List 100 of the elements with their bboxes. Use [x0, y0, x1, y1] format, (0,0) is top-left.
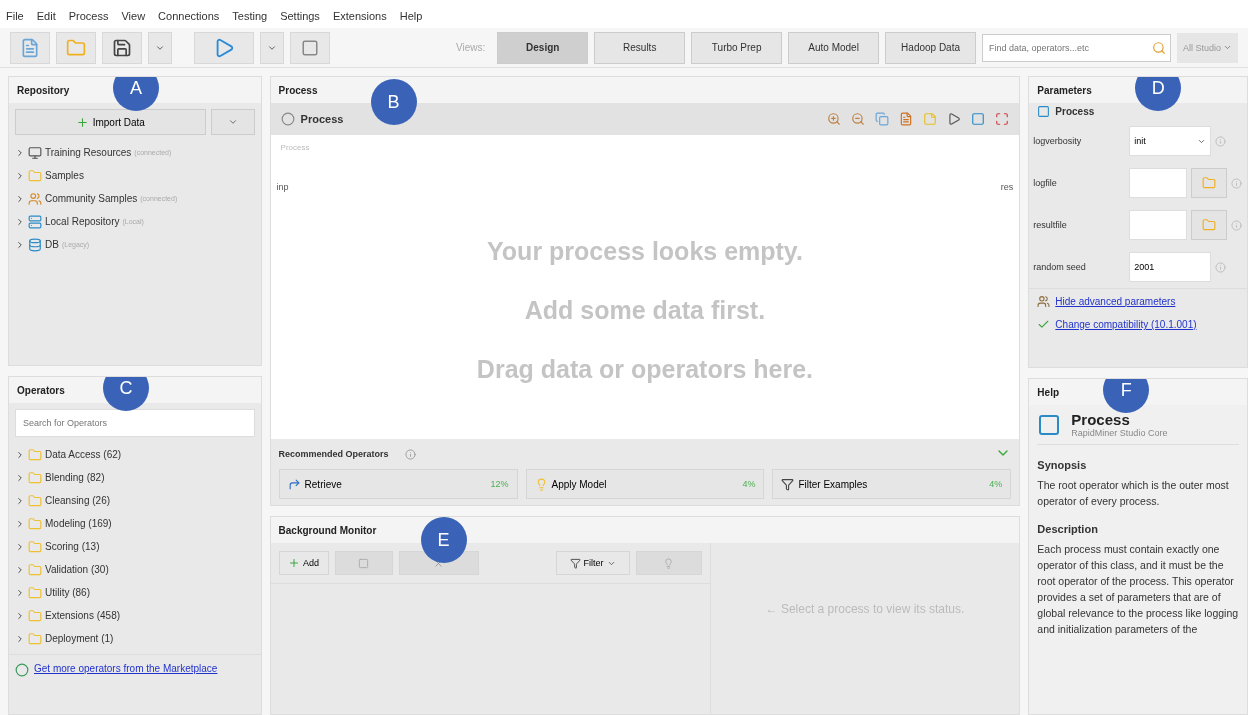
operator-name: Process [1055, 106, 1095, 117]
menu-item[interactable]: Testing [232, 10, 268, 24]
tree-label: Data Access (62) [45, 449, 122, 460]
info-icon [1215, 261, 1227, 273]
expand-icon [15, 170, 25, 181]
stop-button[interactable] [334, 551, 393, 575]
recommended-operator[interactable]: Filter Examples 4% [772, 469, 1012, 499]
tree-item[interactable]: Data Access (62) [9, 443, 261, 466]
menu-item[interactable]: Settings [280, 10, 320, 24]
callout-marker: A [113, 77, 159, 111]
database-icon [28, 237, 42, 252]
copy-icon [875, 112, 890, 126]
operator-search-box[interactable]: Search for Operators [15, 409, 255, 437]
stop-button[interactable] [290, 31, 330, 64]
tree-label: Blending (82) [45, 472, 105, 483]
add-button[interactable]: Add [278, 551, 329, 575]
expand-icon [15, 495, 25, 506]
usage-share: 4% [742, 479, 756, 489]
tree-item[interactable]: Modeling (169) [9, 512, 261, 535]
callout-marker: C [103, 377, 149, 411]
search-box[interactable]: Find data, operators...etc [982, 33, 1171, 62]
menu-item[interactable]: Process [68, 10, 109, 24]
process-tab[interactable]: Process [300, 113, 344, 125]
callout-marker: B [370, 79, 417, 125]
views-label: Views: [456, 42, 486, 53]
open-button[interactable] [56, 31, 96, 64]
filter-icon [569, 557, 581, 569]
expand-icon [15, 193, 25, 204]
expand-icon [15, 472, 25, 483]
expand-icon [15, 610, 25, 621]
tree-item[interactable]: Blending (82) [9, 466, 261, 489]
tree-item[interactable]: Validation (30) [9, 558, 261, 581]
zoom-out-icon [851, 112, 866, 126]
menu-item[interactable]: Connections [158, 10, 220, 24]
save-button[interactable] [102, 31, 142, 64]
view-tab[interactable]: Design [497, 31, 589, 64]
menu-item[interactable]: Extensions [332, 10, 387, 24]
browse-button[interactable] [1191, 168, 1228, 198]
view-tab[interactable]: Results [594, 31, 686, 64]
tree-item[interactable]: Utility (86) [9, 581, 261, 604]
parameter-field[interactable]: 2001 [1129, 252, 1212, 282]
expand-icon [15, 216, 25, 227]
folder-icon [28, 585, 42, 600]
tree-item[interactable]: Scoring (13) [9, 535, 261, 558]
info-icon [1231, 177, 1243, 189]
parameter-field[interactable] [1129, 168, 1188, 198]
tree-item[interactable]: Cleansing (26) [9, 489, 261, 512]
parameter-label: random seed [1033, 262, 1087, 272]
menu-item[interactable]: Edit [36, 10, 56, 24]
menu-item[interactable]: View [121, 10, 146, 24]
usage-share: 12% [490, 479, 509, 489]
browse-button[interactable] [1191, 210, 1228, 240]
marketplace-link[interactable]: Get more operators from the Marketplace [34, 663, 218, 674]
tree-item[interactable]: Samples [9, 164, 261, 187]
empty-hint: Drag data or operators here. [475, 354, 815, 385]
tree-label: Deployment (1) [45, 633, 114, 644]
expand-icon [15, 239, 25, 250]
callout-marker: F [1103, 379, 1150, 413]
tree-label: Training Resources [45, 147, 132, 158]
dropdown-button[interactable] [148, 31, 172, 64]
save-icon [112, 37, 132, 58]
clean-button[interactable] [635, 551, 702, 575]
parameter-dropdown[interactable]: init [1129, 126, 1212, 156]
recommended-operator[interactable]: Retrieve 12% [278, 469, 518, 499]
parameter-link[interactable]: Hide advanced parameters [1055, 296, 1176, 307]
menu-item[interactable]: File [6, 10, 24, 24]
parameter-field[interactable] [1129, 210, 1188, 240]
tree-item[interactable]: Extensions (458) [9, 604, 261, 627]
parameter-link[interactable]: Change compatibility (10.1.001) [1055, 319, 1197, 330]
info-icon [1231, 219, 1243, 231]
section-heading: Description [1037, 523, 1099, 535]
view-tab[interactable]: Turbo Prep [691, 31, 783, 64]
tree-label: DB [45, 239, 59, 250]
panel-title: Process [278, 84, 318, 96]
expand-icon [15, 147, 25, 158]
tree-label: Community Samples [45, 193, 138, 204]
parameter-label: resultfile [1033, 220, 1068, 230]
folder-icon [28, 168, 42, 183]
canvas-label: Process [279, 142, 311, 154]
tree-item[interactable]: Deployment (1) [9, 627, 261, 650]
recommended-title: Recommended Operators [278, 449, 389, 459]
menu-button[interactable] [210, 109, 255, 135]
dropdown-button[interactable] [260, 31, 284, 64]
view-tab[interactable]: Auto Model [788, 31, 880, 64]
new-process-button[interactable] [10, 31, 50, 64]
stop-icon [301, 38, 319, 57]
view-tab[interactable]: Hadoop Data [885, 31, 977, 64]
section-text: The root operator which is the outer most operator of every process. [1037, 478, 1230, 509]
parameter-label: logverbosity [1033, 136, 1083, 146]
retrieve-icon [287, 477, 301, 491]
expand-icon [15, 587, 25, 598]
recommended-operator[interactable]: Apply Model 4% [525, 469, 765, 499]
parameter-label: logfile [1033, 178, 1058, 188]
usage-share: 4% [989, 479, 1003, 489]
run-button[interactable] [194, 31, 254, 64]
import-data-button[interactable]: Import Data [15, 109, 206, 135]
menu-item[interactable]: Help [399, 10, 423, 24]
panel-title: Repository [17, 84, 70, 96]
folder-icon [28, 493, 42, 508]
filter-button[interactable]: Filter [555, 551, 630, 575]
